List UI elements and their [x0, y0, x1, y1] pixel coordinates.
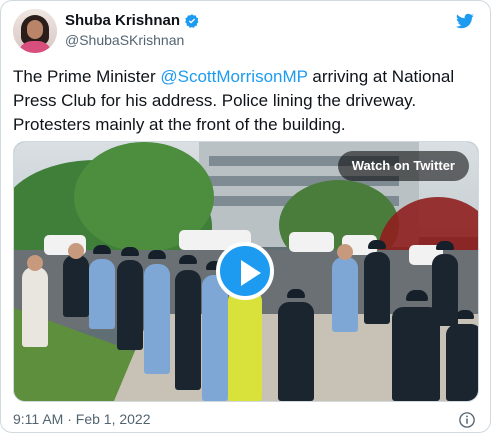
author-handle[interactable]: @ShubaSKrishnan — [65, 32, 184, 48]
tweet-timestamp[interactable]: 9:11 AM · Feb 1, 2022 — [13, 411, 151, 427]
video-police-cap — [456, 310, 474, 319]
info-icon[interactable] — [458, 411, 476, 429]
video-police-officer — [117, 260, 143, 350]
video-police-cap — [179, 255, 197, 264]
video-protester — [22, 267, 48, 347]
video-police-officer — [89, 259, 115, 329]
video-police-cap — [121, 247, 139, 256]
video-police-officer — [175, 270, 201, 390]
play-icon — [241, 260, 261, 286]
video-police-officer — [278, 302, 314, 401]
video-police-officer — [332, 257, 358, 332]
video-police-cap — [287, 289, 305, 298]
video-police-officer-hi-vis — [228, 290, 262, 401]
tweet-text: The Prime Minister @ScottMorrisonMP arri… — [13, 65, 475, 137]
video-media[interactable]: Watch on Twitter — [13, 141, 479, 402]
author-avatar[interactable] — [13, 9, 57, 53]
video-police-cap — [148, 250, 166, 259]
author-display-name[interactable]: Shuba Krishnan — [65, 12, 180, 29]
video-person-head — [337, 244, 353, 260]
twitter-bird-icon[interactable] — [454, 12, 476, 30]
play-button[interactable] — [216, 242, 274, 300]
verified-badge-icon — [185, 13, 199, 28]
video-police-officer — [202, 275, 228, 401]
video-person-head — [27, 255, 43, 271]
video-police-cap — [368, 240, 386, 249]
author-name-row[interactable]: Shuba Krishnan — [65, 12, 200, 29]
tweet-text-start: The Prime Minister — [13, 67, 161, 86]
video-police-cap — [93, 245, 111, 254]
video-car — [289, 232, 334, 252]
video-police-cap — [406, 290, 428, 301]
video-police-officer — [63, 255, 89, 317]
video-police-officer — [446, 324, 478, 401]
video-police-cap — [436, 241, 454, 250]
video-police-officer — [364, 252, 390, 324]
tweet-embed-card: Shuba Krishnan @ShubaSKrishnan The Prime… — [0, 0, 491, 433]
mention-link[interactable]: @ScottMorrisonMP — [160, 67, 307, 86]
video-police-officer — [144, 264, 170, 374]
watch-on-twitter-button[interactable]: Watch on Twitter — [337, 151, 469, 181]
video-person-head — [68, 243, 84, 259]
video-police-officer — [432, 254, 458, 326]
